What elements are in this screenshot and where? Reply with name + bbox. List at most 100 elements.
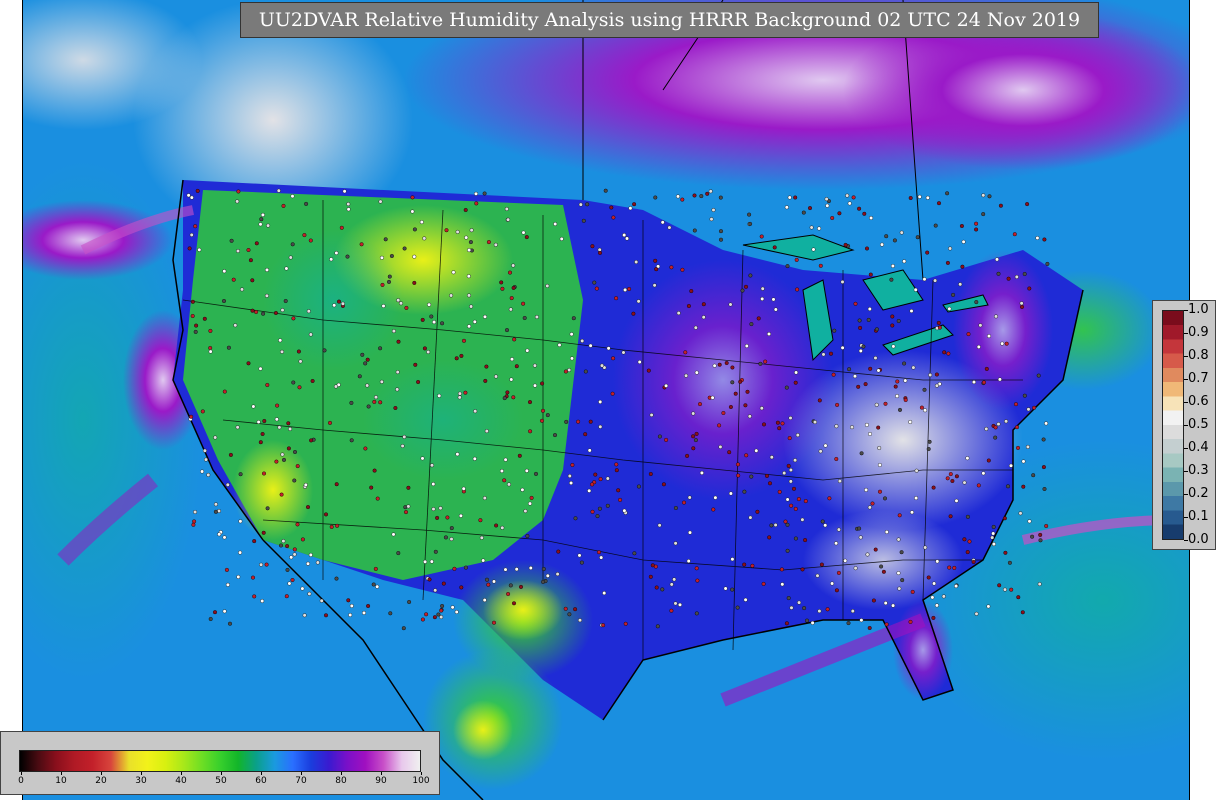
observation-dot [412,227,417,232]
observation-dot [286,446,291,451]
observation-dot [801,210,806,215]
observation-dot [910,589,915,594]
observation-dot [903,378,908,383]
observation-dot [292,547,297,552]
observation-dot [809,225,814,230]
observation-dot [583,432,588,437]
observation-dot [730,557,735,562]
observation-dot [1009,463,1014,468]
observation-dot [768,481,773,486]
observation-dot [348,613,353,618]
colorbar-bottom-tick-label: 80 [335,776,347,786]
observation-dot [420,456,425,461]
observation-dot [302,613,307,618]
observation-dot [264,562,269,567]
observation-dot [416,380,421,385]
observation-dot [266,223,271,228]
observation-dot [264,267,269,272]
observation-dot [587,488,592,493]
observation-dot [597,550,602,555]
observation-dot [847,367,852,372]
observation-dot [485,577,490,582]
observation-dot [328,420,333,425]
observation-dot [309,438,314,443]
observation-dot [865,552,870,557]
observation-dot [925,250,930,255]
observation-dot [213,509,218,514]
observation-dot [486,240,491,245]
observation-dot [871,598,876,603]
observation-dot [541,579,546,584]
observation-dot [508,583,513,588]
observation-dot [540,418,545,423]
observation-dot [517,453,522,458]
observation-dot [616,488,621,493]
humidity-field [23,0,1189,800]
observation-dot [502,396,507,401]
observation-dot [208,328,213,333]
colorbar-bottom-tick [221,772,222,775]
observation-dot [440,321,445,326]
observation-dot [962,537,967,542]
colorbar-right-tick-label: 0.5 [1188,417,1209,432]
observation-dot [884,622,889,627]
observation-dot [1041,465,1046,470]
observation-dot [850,425,855,430]
observation-dot [831,372,836,377]
observation-dot [772,245,777,250]
observation-dot [978,323,983,328]
observation-dot [514,364,519,369]
observation-dot [395,387,400,392]
observation-dot [685,453,690,458]
observation-dot [473,409,478,414]
observation-dot [520,487,525,492]
observation-dot [461,486,466,491]
observation-dot [438,506,443,511]
observation-dot [285,567,290,572]
observation-dot [815,573,820,578]
observation-dot [372,399,377,404]
colorbar-right-strip [1162,310,1184,540]
observation-dot [611,215,616,220]
observation-dot [883,496,888,501]
observation-dot [225,582,230,587]
observation-dot [908,619,913,624]
observation-dot [610,391,615,396]
observation-dot [948,472,953,477]
observation-dot [676,194,681,199]
observation-dot [290,242,295,247]
observation-dot [260,432,265,437]
observation-dot [991,524,996,529]
observation-dot [789,503,794,508]
observation-dot [669,265,674,270]
observation-dot [730,587,735,592]
colorbar-bottom-tick [301,772,302,775]
observation-dot [1042,487,1047,492]
observation-dot [261,530,266,535]
observation-dot [280,452,285,457]
observation-dot [365,357,370,362]
observation-dot [820,519,825,524]
observation-dot [469,228,474,233]
observation-dot [410,209,415,214]
observation-dot [759,406,764,411]
observation-dot [660,587,665,592]
observation-dot [794,370,799,375]
observation-dot [927,439,932,444]
observation-dot [795,433,800,438]
observation-dot [335,523,340,528]
observation-dot [981,471,986,476]
colorbar-bottom-strip [19,750,421,772]
observation-dot [193,510,198,515]
observation-dot [190,299,195,304]
observation-dot [484,364,489,369]
observation-dot [609,205,614,210]
observation-dot [467,293,472,298]
observation-dot [728,491,733,496]
observation-dot [308,238,313,243]
observation-dot [947,565,952,570]
observation-dot [509,296,514,301]
observation-dot [200,469,205,474]
observation-dot [736,462,741,467]
observation-dot [381,304,386,309]
